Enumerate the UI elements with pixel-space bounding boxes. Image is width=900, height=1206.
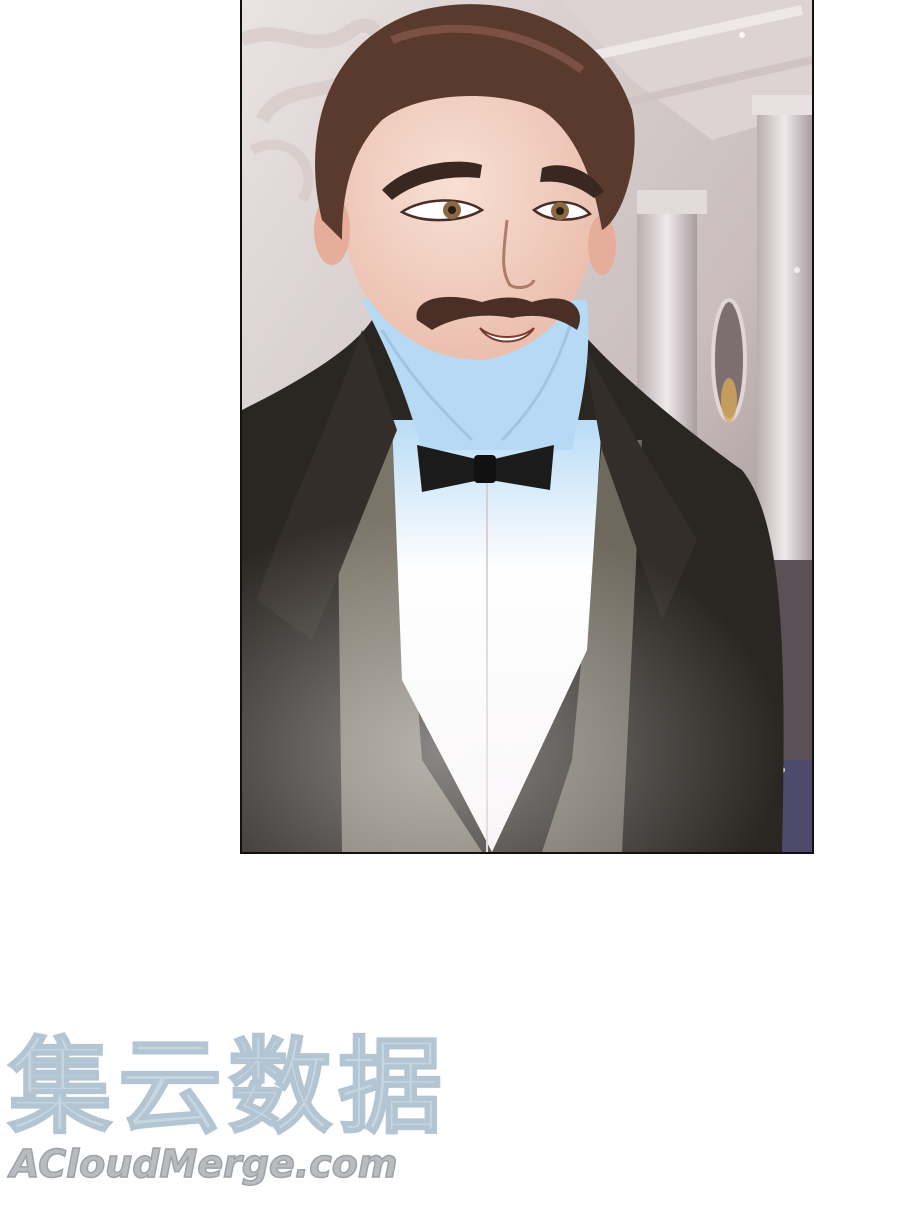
watermark-chinese-text: 集云数据 — [7, 1026, 449, 1148]
watermark-site-text: ACloudMerge.com — [9, 1141, 398, 1187]
panel-illustration — [242, 0, 812, 852]
watermark: 集云数据 ACloudMerge.com — [7, 1026, 478, 1200]
comic-panel — [240, 0, 814, 854]
